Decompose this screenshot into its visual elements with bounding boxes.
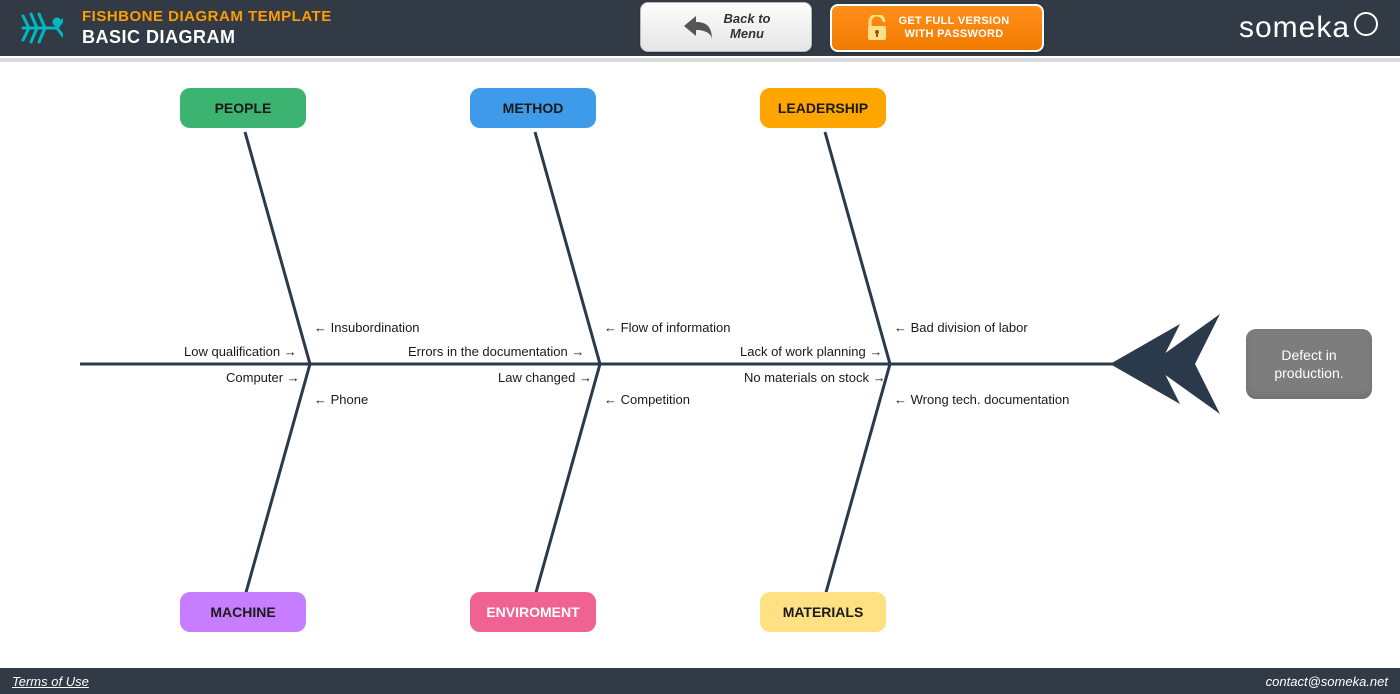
brand-logo: someka [1239,0,1378,56]
cause-phone: ← Phone [314,392,368,407]
brand-text: someka [1239,11,1350,45]
category-people[interactable]: PEOPLE [180,88,306,128]
get-full-version-button[interactable]: GET FULL VERSIONWITH PASSWORD [830,4,1044,52]
app-footer: Terms of Use contact@someka.net [0,668,1400,694]
cause-bad-division-labor: ← Bad division of labor [894,320,1028,335]
full-version-label: GET FULL VERSIONWITH PASSWORD [899,15,1010,41]
cause-lack-work-planning: Lack of work planning → [740,344,882,359]
back-button-label: Back toMenu [724,12,771,42]
effect-box[interactable]: Defect in production. [1246,329,1372,399]
fishbone-skeleton [0,62,1400,662]
brand-mark-icon [1354,12,1378,36]
cause-law-changed: Law changed → [498,370,592,385]
terms-of-use-link[interactable]: Terms of Use [12,674,89,689]
cause-errors-documentation: Errors in the documentation → [408,344,584,359]
cause-competition: ← Competition [604,392,690,407]
fishbone-logo-icon [0,0,80,56]
cause-insubordination: ← Insubordination [314,320,420,335]
cause-no-materials-stock: No materials on stock → [744,370,886,385]
cause-flow-of-information: ← Flow of information [604,320,730,335]
cause-computer: Computer → [226,370,300,385]
cause-low-qualification: Low qualification → [184,344,297,359]
contact-email[interactable]: contact@someka.net [1266,674,1388,689]
category-materials[interactable]: MATERIALS [760,592,886,632]
cause-wrong-tech-doc: ← Wrong tech. documentation [894,392,1069,407]
app-header: FISHBONE DIAGRAM TEMPLATE BASIC DIAGRAM … [0,0,1400,56]
category-enviroment[interactable]: ENVIROMENT [470,592,596,632]
back-to-menu-button[interactable]: Back toMenu [640,2,812,52]
category-machine[interactable]: MACHINE [180,592,306,632]
fishbone-diagram: PEOPLE METHOD LEADERSHIP MACHINE ENVIROM… [0,62,1400,662]
unlock-icon [865,15,889,41]
back-arrow-icon [682,12,716,42]
category-method[interactable]: METHOD [470,88,596,128]
category-leadership[interactable]: LEADERSHIP [760,88,886,128]
